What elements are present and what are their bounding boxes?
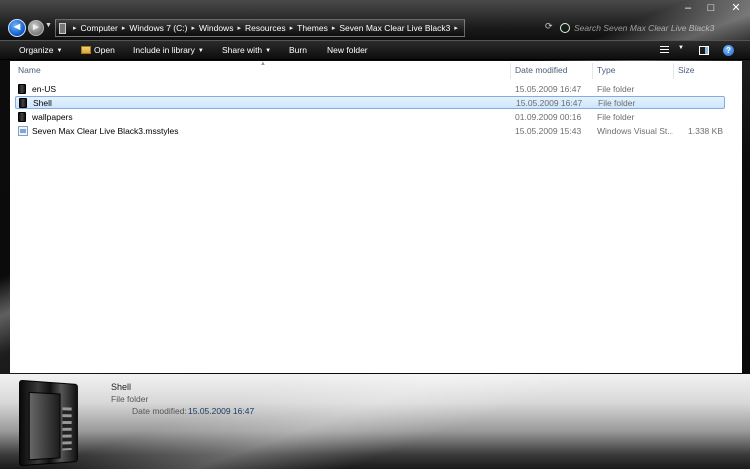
column-header-name[interactable]: Name <box>18 65 41 75</box>
organize-button[interactable]: Organize ▼ <box>19 45 62 55</box>
file-date: 15.05.2009 16:47 <box>515 84 582 94</box>
breadcrumb-separator[interactable]: ▸ <box>237 24 241 32</box>
file-date: 15.05.2009 15:43 <box>515 126 582 136</box>
details-date-label: Date modified: <box>132 406 187 416</box>
help-icon[interactable]: ? <box>723 45 734 56</box>
open-button[interactable]: Open <box>81 45 115 55</box>
breadcrumb-themes[interactable]: Themes <box>297 23 328 33</box>
folder-location-icon <box>59 22 66 34</box>
burn-button[interactable]: Burn <box>289 45 307 55</box>
folder-icon <box>18 112 26 122</box>
breadcrumb-separator[interactable]: ▸ <box>332 24 336 32</box>
list-item[interactable]: wallpapers 01.09.2009 00:16 File folder <box>15 111 725 124</box>
breadcrumb-separator[interactable]: ▸ <box>290 24 294 32</box>
folder-icon <box>18 84 26 94</box>
column-header-type[interactable]: Type <box>597 65 615 75</box>
breadcrumb-resources[interactable]: Resources <box>245 23 286 33</box>
details-date-value[interactable]: 15.05.2009 16:47 <box>188 406 254 416</box>
file-name: Shell <box>33 98 52 108</box>
breadcrumb-separator[interactable]: ▸ <box>454 24 458 32</box>
include-in-library-button[interactable]: Include in library ▼ <box>133 45 204 55</box>
breadcrumb-computer[interactable]: Computer <box>81 23 118 33</box>
chevron-down-icon: ▼ <box>56 48 63 54</box>
file-name: en-US <box>32 84 57 94</box>
organize-label: Organize <box>19 45 54 55</box>
breadcrumb-separator[interactable]: ▸ <box>73 24 77 32</box>
file-type: File folder <box>598 98 636 108</box>
open-label: Open <box>94 45 115 55</box>
refresh-icon[interactable]: ⟳ <box>545 21 553 32</box>
chevron-down-icon[interactable]: ▼ <box>678 45 684 51</box>
new-folder-button[interactable]: New folder <box>327 45 368 55</box>
breadcrumb-separator[interactable]: ▸ <box>191 24 195 32</box>
chevron-down-icon: ▼ <box>265 48 272 54</box>
preview-pane-icon[interactable] <box>699 46 709 55</box>
file-type: File folder <box>597 84 635 94</box>
breadcrumb-drive[interactable]: Windows 7 (C:) <box>129 23 187 33</box>
file-date: 01.09.2009 00:16 <box>515 112 582 122</box>
file-type: File folder <box>597 112 635 122</box>
sort-ascending-icon: ▲ <box>260 61 266 67</box>
address-bar[interactable]: ▸ Computer ▸ Windows 7 (C:) ▸ Windows ▸ … <box>55 19 465 37</box>
recent-pages-dropdown-icon[interactable]: ▼ <box>45 22 52 29</box>
breadcrumb-windows[interactable]: Windows <box>199 23 233 33</box>
chevron-down-icon: ▼ <box>197 48 204 54</box>
list-item[interactable]: Seven Max Clear Live Black3.msstyles 15.… <box>15 125 725 138</box>
share-with-button[interactable]: Share with ▼ <box>222 45 271 55</box>
file-date: 15.05.2009 16:47 <box>516 98 583 108</box>
file-name: wallpapers <box>32 112 73 122</box>
folder-icon <box>19 98 27 108</box>
details-name: Shell <box>111 382 132 392</box>
change-view-icon[interactable] <box>660 46 669 55</box>
maximize-button[interactable]: □ <box>703 2 719 14</box>
breadcrumb-separator[interactable]: ▸ <box>122 24 126 32</box>
column-divider[interactable] <box>592 63 593 79</box>
command-bar: Organize ▼ Open Include in library ▼ Share… <box>0 40 750 60</box>
file-size: 1.338 KB <box>688 126 723 136</box>
back-button[interactable]: ◄ <box>8 19 26 37</box>
folder-thumbnail-icon <box>19 379 78 467</box>
navigation-bar: ◄ ► ▼ ▸ Computer ▸ Windows 7 (C:) ▸ Wind… <box>0 17 750 39</box>
include-label: Include in library <box>133 45 195 55</box>
column-divider[interactable] <box>510 63 511 79</box>
details-type: File folder <box>111 394 149 404</box>
search-icon <box>560 23 570 33</box>
file-name: Seven Max Clear Live Black3.msstyles <box>32 126 179 136</box>
search-input[interactable]: Search Seven Max Clear Live Black3 <box>560 19 750 37</box>
msstyles-file-icon <box>18 126 28 136</box>
list-item-selected[interactable]: Shell 15.05.2009 16:47 File folder <box>15 96 725 109</box>
details-pane: Shell File folder Date modified: 15.05.2… <box>0 374 750 469</box>
folder-open-icon <box>81 46 91 54</box>
list-item[interactable]: en-US 15.05.2009 16:47 File folder <box>15 83 725 96</box>
column-header-size[interactable]: Size <box>678 65 695 75</box>
share-label: Share with <box>222 45 263 55</box>
explorer-window: – □ ✕ ◄ ► ▼ ▸ Computer ▸ Windows 7 (C:) … <box>0 0 750 469</box>
column-divider[interactable] <box>673 63 674 79</box>
file-list: ▲ Name Date modified Type Size en-US 15.… <box>10 61 742 373</box>
forward-button[interactable]: ► <box>28 20 44 36</box>
file-type: Windows Visual St... <box>597 126 673 136</box>
column-header-date[interactable]: Date modified <box>515 65 567 75</box>
close-button[interactable]: ✕ <box>728 2 744 14</box>
minimize-button[interactable]: – <box>680 2 696 14</box>
breadcrumb-theme-folder[interactable]: Seven Max Clear Live Black3 <box>339 23 450 33</box>
